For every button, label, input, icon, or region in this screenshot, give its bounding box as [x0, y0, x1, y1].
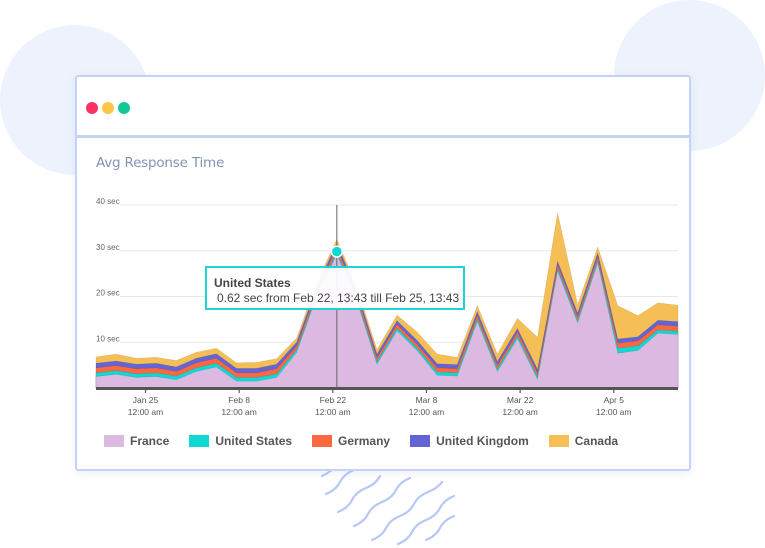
tooltip-series-name: United States: [214, 276, 291, 290]
x-tick-label-time: 12:00 am: [596, 407, 631, 417]
x-tick-label-time: 12:00 am: [128, 407, 163, 417]
x-tick-label-time: 12:00 am: [502, 407, 537, 417]
y-tick-label: 30 sec: [96, 243, 120, 252]
x-tick-label-date: Apr 5: [604, 395, 625, 405]
x-tick-label-time: 12:00 am: [221, 407, 256, 417]
y-tick-label: 10 sec: [96, 334, 120, 343]
legend-item-france[interactable]: France: [104, 434, 169, 448]
x-tick-label-date: Jan 25: [133, 395, 159, 405]
legend-label: United States: [215, 434, 293, 448]
x-tick-label-date: Feb 22: [320, 395, 347, 405]
x-tick-label-date: Feb 8: [228, 395, 250, 405]
legend-label: Germany: [338, 434, 391, 448]
legend-swatch-germany: [312, 435, 333, 447]
x-tick-label-date: Mar 8: [416, 395, 438, 405]
legend-swatch-france: [104, 435, 124, 447]
legend-item-united-kingdom[interactable]: United Kingdom: [410, 434, 529, 448]
y-tick-label: 20 sec: [96, 289, 120, 298]
x-tick-label-time: 12:00 am: [315, 407, 350, 417]
legend-label: Canada: [574, 434, 619, 448]
tooltip-value-text: 0.62 sec from Feb 22, 13:43 till Feb 25,…: [217, 291, 460, 305]
legend-swatch-united-kingdom: [410, 435, 431, 447]
legend-swatch-united-states: [189, 435, 210, 447]
legend-item-germany[interactable]: Germany: [312, 434, 390, 448]
x-axis: Jan 25 12:00 am Feb 8 12:00 am Feb 22 12:00 a…: [96, 387, 678, 417]
chart-tooltip: United States 0.62 sec from Feb 22, 13:4…: [205, 266, 465, 310]
legend-label: France: [130, 434, 170, 448]
y-tick-label: 40 sec: [96, 197, 120, 206]
x-tick-label-date: Mar 22: [507, 395, 534, 405]
legend-item-canada[interactable]: Canada: [548, 434, 619, 448]
legend-item-united-states[interactable]: United States: [189, 434, 292, 448]
legend-label: United Kingdom: [436, 434, 529, 448]
legend-swatch-canada: [548, 435, 569, 447]
hover-point-marker: [330, 245, 344, 258]
chart-legend: France United States Germany United King…: [104, 433, 638, 449]
x-tick-label-time: 12:00 am: [409, 407, 444, 417]
